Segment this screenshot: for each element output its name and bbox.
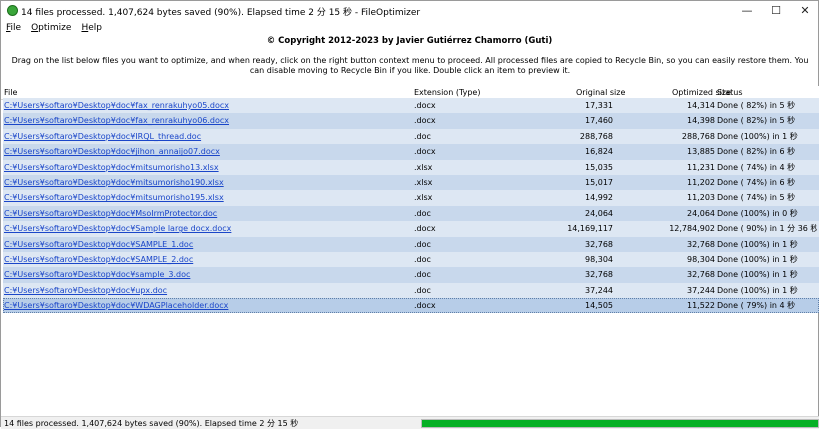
optimized-size-cell: 11,202: [687, 177, 715, 187]
table-row[interactable]: C:¥Users¥softaro¥Desktop¥doc¥fax_renraku…: [3, 98, 819, 114]
status-cell: Done (100%) in 1 秒: [717, 254, 798, 264]
table-row[interactable]: C:¥Users¥softaro¥Desktop¥doc¥SAMPLE_2.do…: [3, 251, 819, 268]
file-path-link[interactable]: C:¥Users¥softaro¥Desktop¥doc¥sample_3.do…: [4, 267, 404, 282]
optimized-size-cell: 11,231: [687, 162, 715, 172]
original-size-cell: 24,064: [585, 208, 613, 218]
original-size-cell: 32,768: [585, 239, 613, 249]
file-path-link[interactable]: C:¥Users¥softaro¥Desktop¥doc¥jihon_annai…: [4, 144, 404, 159]
original-size-cell: 16,824: [585, 147, 613, 157]
optimized-size-cell: 24,064: [687, 208, 715, 218]
table-row[interactable]: C:¥Users¥softaro¥Desktop¥doc¥fax_renraku…: [3, 113, 819, 129]
status-cell: Done ( 82%) in 6 秒: [717, 147, 796, 157]
table-row[interactable]: C:¥Users¥softaro¥Desktop¥doc¥mitsumorish…: [3, 159, 819, 175]
status-cell: Done (100%) in 1 秒: [717, 270, 798, 280]
app-window: 14 files processed. 1,407,624 bytes save…: [0, 0, 819, 429]
optimized-size-cell: 32,768: [687, 239, 715, 249]
table-row[interactable]: C:¥Users¥softaro¥Desktop¥doc¥WDAGPlaceho…: [3, 298, 819, 314]
file-path-link[interactable]: C:¥Users¥softaro¥Desktop¥doc¥upx.doc: [4, 283, 404, 298]
optimized-size-cell: 11,203: [687, 193, 715, 203]
status-cell: Done (100%) in 1 秒: [717, 285, 798, 295]
file-path-link[interactable]: C:¥Users¥softaro¥Desktop¥doc¥IRQL_thread…: [4, 129, 404, 144]
status-cell: Done ( 90%) in 1 分 36 秒: [717, 224, 817, 234]
original-size-cell: 15,035: [585, 162, 613, 172]
optimized-size-cell: 37,244: [687, 285, 715, 295]
header-status[interactable]: Status: [717, 88, 743, 97]
file-path-link[interactable]: C:¥Users¥softaro¥Desktop¥doc¥MsoIrmProte…: [4, 206, 404, 221]
header-file[interactable]: File: [4, 88, 17, 97]
status-cell: Done ( 79%) in 4 秒: [717, 301, 796, 311]
original-size-cell: 17,331: [585, 101, 613, 110]
table-row[interactable]: C:¥Users¥softaro¥Desktop¥doc¥jihon_annai…: [3, 144, 819, 160]
window-title: 14 files processed. 1,407,624 bytes save…: [21, 8, 421, 18]
optimized-size-cell: 11,522: [687, 301, 715, 311]
status-cell: Done ( 82%) in 5 秒: [717, 116, 796, 126]
close-button[interactable]: ✕: [790, 1, 820, 19]
file-path-link[interactable]: C:¥Users¥softaro¥Desktop¥doc¥SAMPLE_2.do…: [4, 252, 404, 267]
original-size-cell: 98,304: [585, 254, 613, 264]
menu-help[interactable]: Help: [76, 21, 107, 35]
original-size-cell: 32,768: [585, 270, 613, 280]
file-path-link[interactable]: C:¥Users¥softaro¥Desktop¥doc¥mitsumorish…: [4, 175, 404, 190]
original-size-cell: 288,768: [579, 131, 613, 141]
app-icon: [7, 5, 18, 16]
optimized-size-cell: 98,304: [687, 254, 715, 264]
file-path-link[interactable]: C:¥Users¥softaro¥Desktop¥doc¥Sample larg…: [4, 221, 404, 236]
status-cell: Done ( 74%) in 6 秒: [717, 177, 796, 187]
status-cell: Done (100%) in 0 秒: [717, 208, 798, 218]
table-row[interactable]: C:¥Users¥softaro¥Desktop¥doc¥sample_3.do…: [3, 267, 819, 283]
optimized-size-cell: 14,398: [687, 116, 715, 126]
status-cell: Done (100%) in 1 秒: [717, 239, 798, 249]
status-cell: Done (100%) in 1 秒: [717, 131, 798, 141]
optimized-size-cell: 32,768: [687, 270, 715, 280]
original-size-cell: 14,992: [585, 193, 613, 203]
table-row[interactable]: C:¥Users¥softaro¥Desktop¥doc¥upx.doc .doc…: [3, 282, 819, 299]
optimized-size-cell: 14,314: [687, 101, 715, 110]
original-size-cell: 15,017: [585, 177, 613, 187]
instructions-text: Drag on the list below files you want to…: [11, 56, 809, 75]
original-size-cell: 37,244: [585, 285, 613, 295]
status-cell: Done ( 74%) in 4 秒: [717, 162, 796, 172]
table-row[interactable]: C:¥Users¥softaro¥Desktop¥doc¥SAMPLE_1.do…: [3, 236, 819, 252]
menu-optimize[interactable]: Optimize: [26, 21, 76, 35]
original-size-cell: 17,460: [585, 116, 613, 126]
optimized-size-cell: 13,885: [687, 147, 715, 157]
optimized-size-cell: 288,768: [681, 131, 715, 141]
maximize-button[interactable]: ☐: [761, 1, 791, 19]
table-row[interactable]: C:¥Users¥softaro¥Desktop¥doc¥mitsumorish…: [3, 190, 819, 206]
table-row[interactable]: C:¥Users¥softaro¥Desktop¥doc¥MsoIrmProte…: [3, 205, 819, 222]
table-row[interactable]: C:¥Users¥softaro¥Desktop¥doc¥IRQL_thread…: [3, 128, 819, 145]
title-bar[interactable]: 14 files processed. 1,407,624 bytes save…: [1, 1, 818, 19]
file-path-link[interactable]: C:¥Users¥softaro¥Desktop¥doc¥mitsumorish…: [4, 190, 404, 205]
status-bar: 14 files processed. 1,407,624 bytes save…: [1, 416, 819, 429]
minimize-button[interactable]: —: [732, 1, 762, 19]
header-extension[interactable]: Extension (Type): [414, 88, 480, 97]
status-cell: Done ( 74%) in 5 秒: [717, 193, 796, 203]
file-path-link[interactable]: C:¥Users¥softaro¥Desktop¥doc¥WDAGPlaceho…: [4, 298, 404, 313]
status-cell: Done ( 82%) in 5 秒: [717, 101, 796, 110]
original-size-cell: 14,169,117: [567, 224, 613, 234]
original-size-cell: 14,505: [585, 301, 613, 311]
file-list[interactable]: C:¥Users¥softaro¥Desktop¥doc¥fax_renraku…: [3, 98, 819, 314]
file-path-link[interactable]: C:¥Users¥softaro¥Desktop¥doc¥mitsumorish…: [4, 160, 404, 175]
menu-file[interactable]: File: [1, 21, 26, 35]
table-row[interactable]: C:¥Users¥softaro¥Desktop¥doc¥Sample larg…: [3, 221, 819, 237]
menu-bar: File Optimize Help: [1, 21, 107, 35]
header-original-size[interactable]: Original size: [576, 88, 625, 97]
file-path-link[interactable]: C:¥Users¥softaro¥Desktop¥doc¥fax_renraku…: [4, 98, 404, 113]
optimized-size-cell: 12,784,902: [669, 224, 715, 234]
progress-bar: [421, 419, 819, 428]
copyright-text: © Copyright 2012-2023 by Javier Gutiérre…: [266, 36, 553, 46]
table-row[interactable]: C:¥Users¥softaro¥Desktop¥doc¥mitsumorish…: [3, 174, 819, 191]
file-path-link[interactable]: C:¥Users¥softaro¥Desktop¥doc¥SAMPLE_1.do…: [4, 237, 404, 252]
file-path-link[interactable]: C:¥Users¥softaro¥Desktop¥doc¥fax_renraku…: [4, 113, 404, 128]
progress-fill: [422, 420, 818, 427]
status-text: 14 files processed. 1,407,624 bytes save…: [4, 419, 299, 428]
